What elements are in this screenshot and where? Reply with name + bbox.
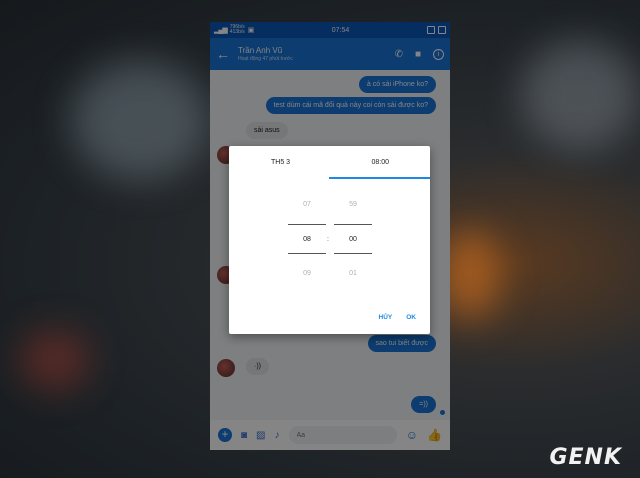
hour-prev[interactable]: 07 — [288, 201, 326, 208]
selection-line — [288, 224, 326, 225]
dialog-actions: HỦY OK — [379, 314, 416, 321]
selection-line — [334, 224, 372, 225]
ok-button[interactable]: OK — [406, 314, 416, 321]
time-separator: : — [327, 236, 329, 243]
time-wheel: 07 59 08 : 00 09 01 — [229, 178, 430, 298]
tab-date[interactable]: TH5 3 — [229, 146, 330, 178]
minute-prev[interactable]: 59 — [334, 201, 372, 208]
genk-watermark-logo: GENK — [549, 445, 622, 470]
tab-time[interactable]: 08:00 — [330, 146, 431, 178]
minute-next[interactable]: 01 — [334, 270, 372, 277]
background-blur — [70, 60, 210, 180]
background-blur — [520, 40, 640, 150]
time-picker-dialog: TH5 3 08:00 07 59 08 : 00 09 01 HỦY OK — [229, 146, 430, 334]
background-light — [20, 330, 90, 390]
minute-selected[interactable]: 00 — [334, 236, 372, 243]
hour-selected[interactable]: 08 — [288, 236, 326, 243]
hour-next[interactable]: 09 — [288, 270, 326, 277]
picker-tabs: TH5 3 08:00 — [229, 146, 431, 179]
selection-line — [288, 253, 326, 254]
cancel-button[interactable]: HỦY — [379, 314, 393, 321]
selection-line — [334, 253, 372, 254]
